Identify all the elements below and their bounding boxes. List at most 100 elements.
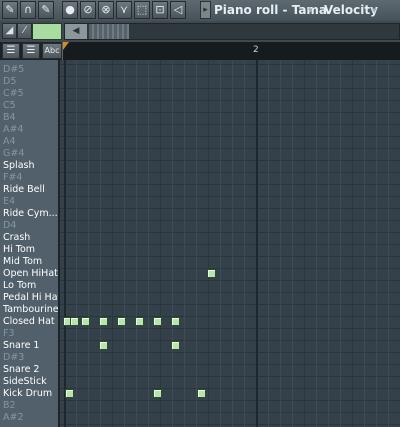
scale-icon[interactable]: ☰ [22,43,40,59]
key-label[interactable]: D#5 [0,64,58,76]
note[interactable] [117,317,126,326]
key-label[interactable]: Ride Cym... [0,208,58,220]
scroll-left-icon[interactable]: ◀ [65,24,87,39]
bar-number: 2 [253,45,259,55]
title-dropdown-icon[interactable]: ▾ [308,3,313,19]
note[interactable] [153,389,162,398]
key-label[interactable]: Closed Hat [0,316,58,328]
grid-row-line [60,268,400,269]
slice-tool-icon[interactable]: ⋎ [116,1,132,19]
grid-row-line [60,136,400,137]
note-names-button[interactable]: Abc [42,43,62,59]
note[interactable] [153,317,162,326]
key-label[interactable]: A#2 [0,412,58,424]
grid-row-line [60,196,400,197]
note[interactable] [81,317,90,326]
grid-step-line [196,60,197,427]
note[interactable] [99,341,108,350]
note[interactable] [207,269,216,278]
playhead-marker-icon[interactable] [63,42,69,50]
key-label[interactable]: Mid Tom [0,256,58,268]
paint-tool-icon[interactable]: ● [62,1,78,19]
grid-row-line [60,244,400,245]
grid-step-line [88,60,89,427]
key-label[interactable]: D#3 [0,352,58,364]
key-label[interactable]: Pedal Hi Hat [0,292,58,304]
note[interactable] [99,317,108,326]
select-tool-icon[interactable]: ⬚ [134,1,150,19]
grid-row-line [60,292,400,293]
key-label[interactable]: Snare 2 [0,364,58,376]
event-selector-label[interactable]: Velocity [324,2,378,18]
event-dropdown-icon[interactable]: ▾ [372,3,377,19]
grid-step-line [352,60,353,427]
scrollbar-thumb[interactable] [89,24,129,39]
key-label[interactable]: D5 [0,76,58,88]
grid-step-line [148,60,149,427]
channel-color-swatch[interactable] [32,23,62,40]
grid-step-line [208,60,209,427]
grid-row-line [60,304,400,305]
grid-step-line [328,60,329,427]
keyboard-panel: D#5 D5 C#5 C5 B4 A#4 A4 G#4 Splash F#4 Ride Bell E4… [0,60,60,427]
key-label[interactable]: SideStick [0,376,58,388]
key-label[interactable]: G#4 [0,148,58,160]
mute-tool-icon[interactable]: ⊗ [98,1,114,19]
grid-step-line [268,60,269,427]
grid-row-line [60,340,400,341]
key-label[interactable]: Ride Bell [0,184,58,196]
note[interactable] [171,341,180,350]
pencil-tool-icon[interactable]: ✎ [38,1,54,19]
chord-icon[interactable]: ☰ [2,43,20,59]
grid-row-line [60,100,400,101]
magnet-icon[interactable]: ∩ [20,1,36,19]
grid-row-line [60,352,400,353]
key-label[interactable]: B4 [0,112,58,124]
key-label[interactable]: Snare 1 [0,340,58,352]
key-label[interactable]: Kick Drum [0,388,58,400]
grid-row-line [60,112,400,113]
key-label[interactable]: F3 [0,328,58,340]
note[interactable] [135,317,144,326]
fill-icon[interactable]: ◢ [2,23,17,39]
grid-row-line [60,328,400,329]
key-label[interactable]: Hi Tom [0,244,58,256]
grid-step-line [376,60,377,427]
delete-tool-icon[interactable]: ⊘ [80,1,96,19]
key-label[interactable]: D4 [0,220,58,232]
grid-step-line [220,60,221,427]
grid-step-line [184,60,185,427]
line-icon[interactable]: ⁄ [17,23,32,39]
grid-step-line [364,60,365,427]
key-label[interactable]: A#4 [0,124,58,136]
horizontal-scrollbar[interactable]: ◀ [64,23,400,40]
key-label[interactable]: Splash [0,160,58,172]
key-label[interactable]: F#4 [0,172,58,184]
key-label[interactable]: Open HiHat [0,268,58,280]
zoom-tool-icon[interactable]: ⊡ [152,1,168,19]
key-label[interactable]: Lo Tom [0,280,58,292]
grid-row-line [60,148,400,149]
note[interactable] [65,389,75,398]
timeline-ruler[interactable]: 2 [62,42,400,60]
wrench-icon[interactable]: ✎ [2,1,18,19]
grid-row-line [60,208,400,209]
key-label[interactable]: Crash [0,232,58,244]
grid-row-line [60,64,400,65]
key-label[interactable]: C#5 [0,88,58,100]
key-label[interactable]: E4 [0,196,58,208]
key-label[interactable]: C5 [0,100,58,112]
grid-step-line [292,60,293,427]
grid-step-line [304,60,305,427]
playback-tool-icon[interactable]: ◁ [170,1,186,19]
note-grid[interactable] [60,60,400,427]
note[interactable] [70,317,80,326]
grid-step-line [244,60,245,427]
grid-row-line [60,172,400,173]
note[interactable] [171,317,180,326]
key-label[interactable]: B2 [0,400,58,412]
note[interactable] [197,389,207,398]
key-label[interactable]: A4 [0,136,58,148]
key-label[interactable]: Tambourine [0,304,58,316]
window-menu-arrow-icon[interactable]: ▸ [200,1,211,19]
